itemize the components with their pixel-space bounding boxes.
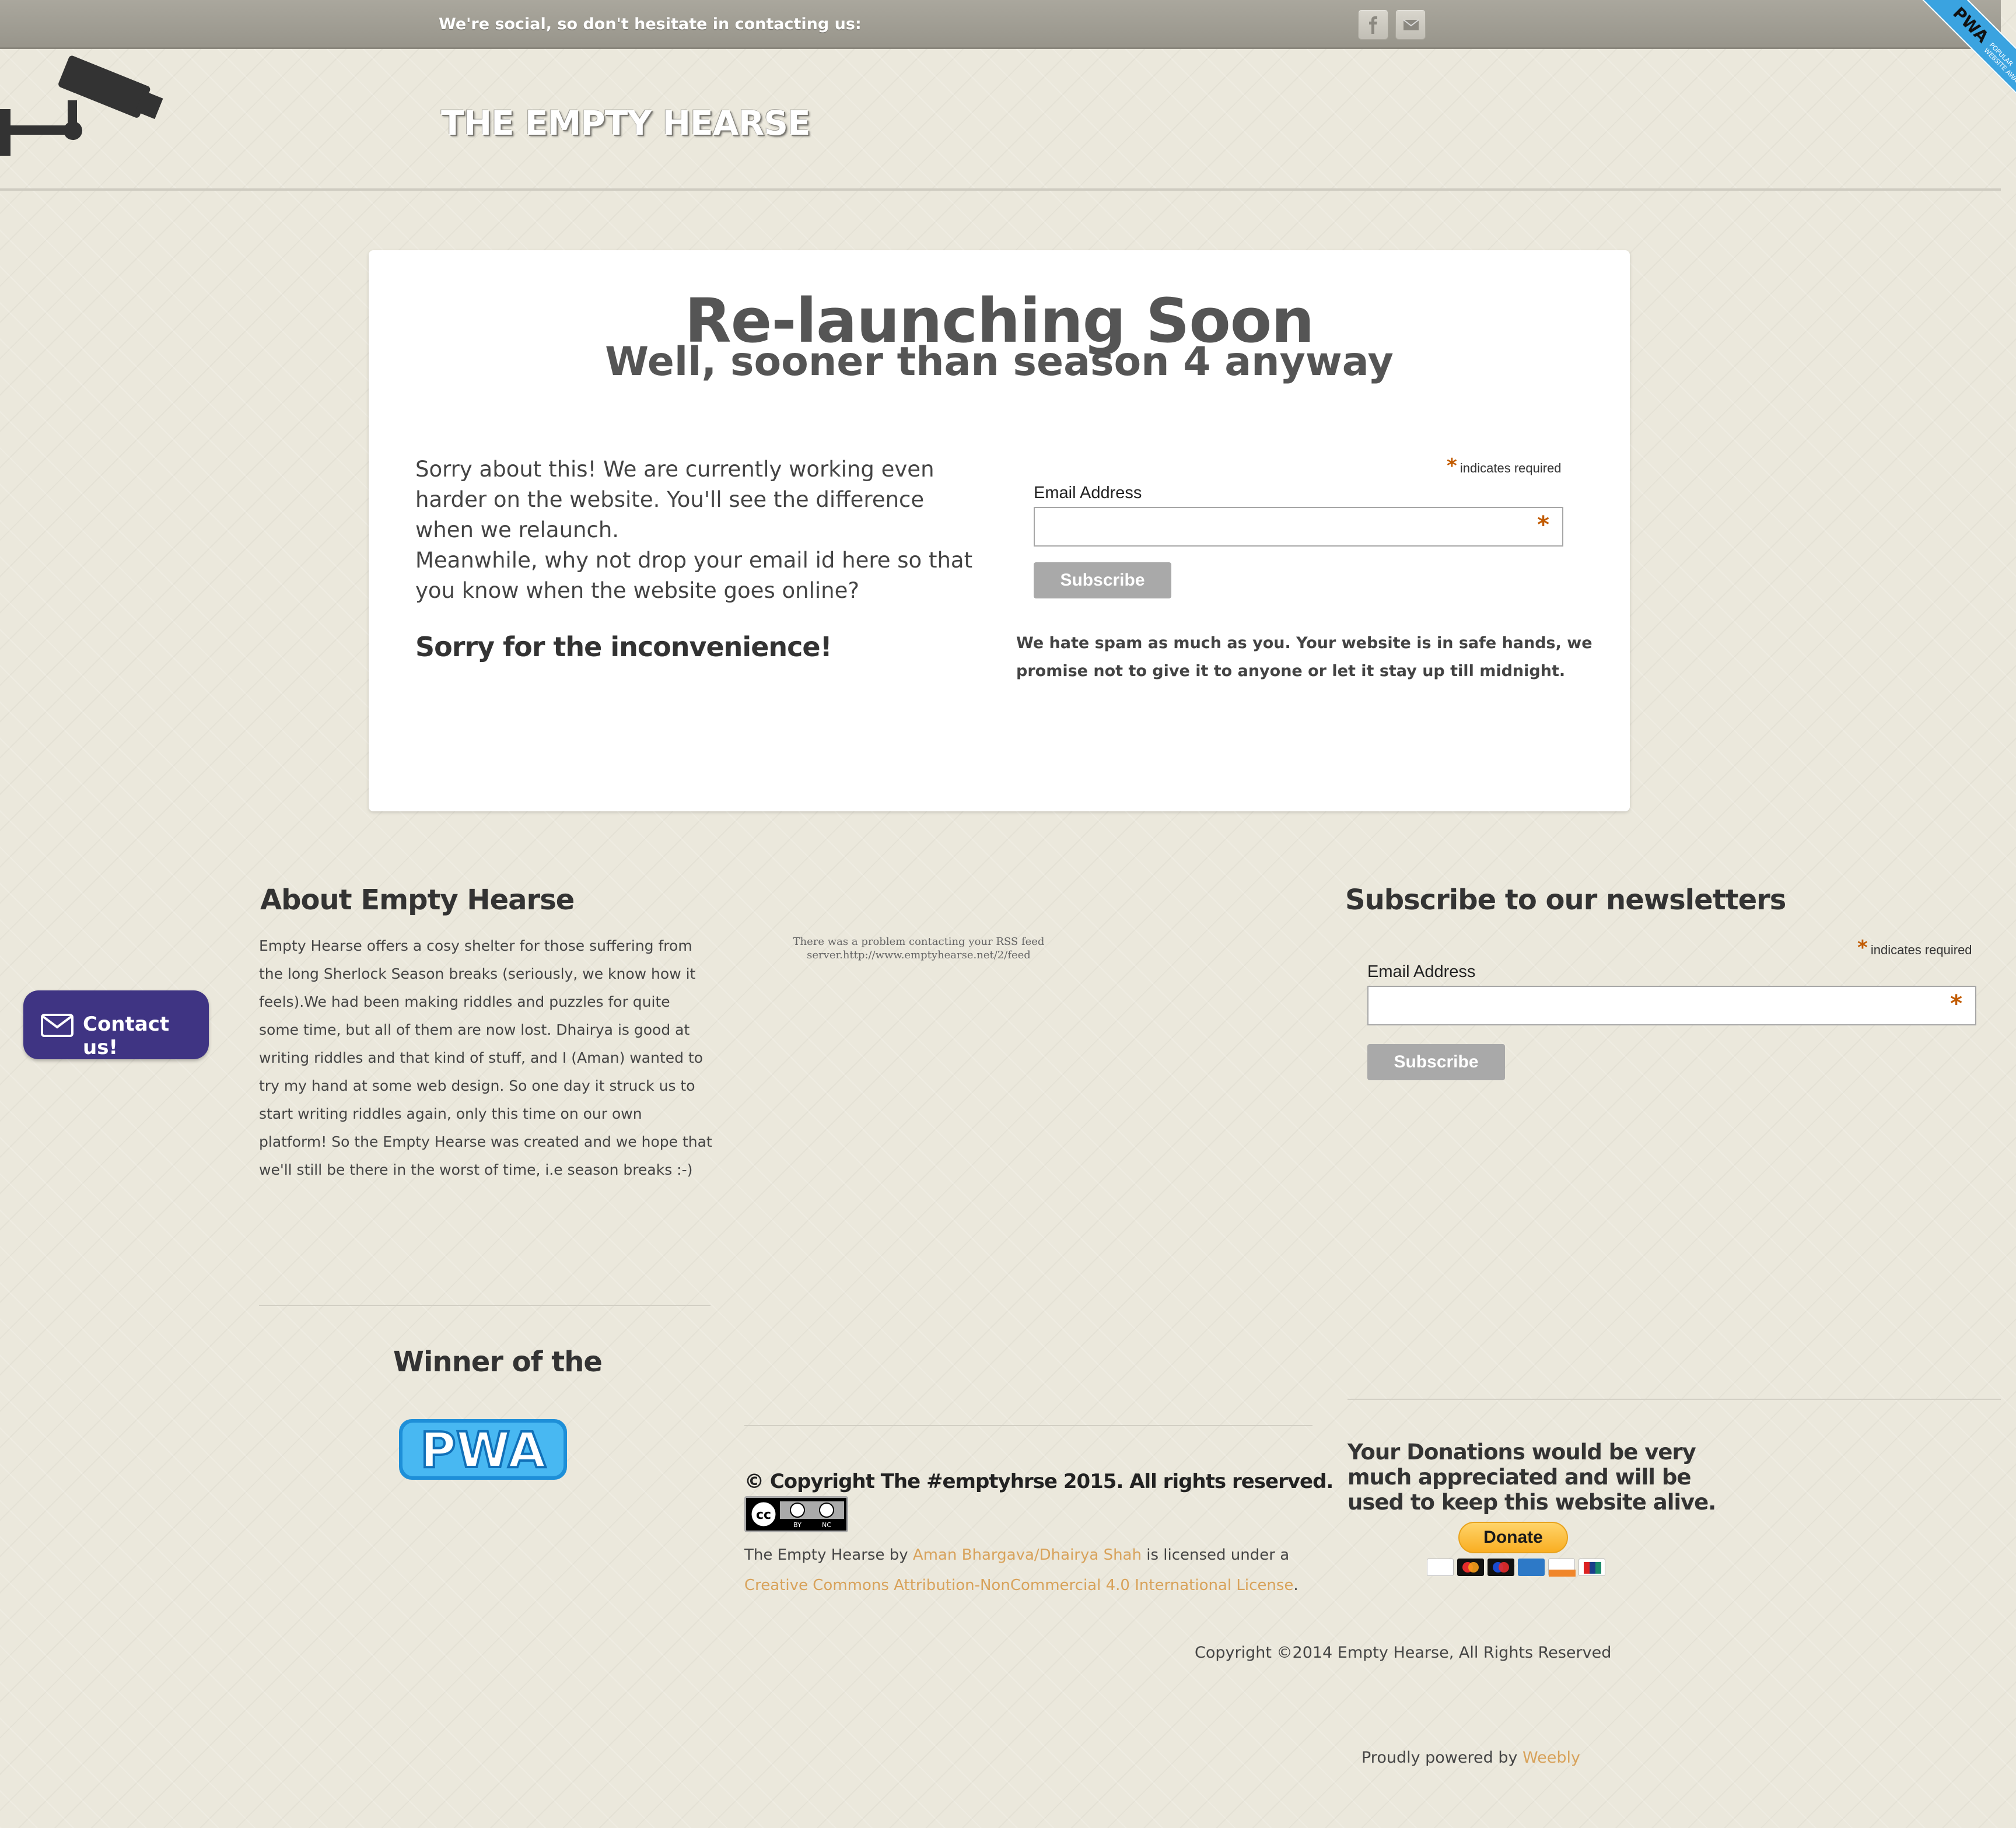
site-title[interactable]: THE EMPTY HEARSE	[441, 103, 811, 143]
powered-by: Proudly powered by Weebly	[1362, 1749, 1581, 1767]
ribbon-title: PWA	[1949, 3, 1993, 47]
security-camera-icon	[0, 55, 163, 156]
relaunch-paragraph-1: Sorry about this! We are currently worki…	[415, 457, 935, 542]
svg-text:cc: cc	[756, 1508, 771, 1522]
divider	[1348, 1399, 2001, 1400]
relaunch-message: Sorry about this! We are currently worki…	[415, 454, 975, 606]
maestro-icon	[1488, 1559, 1514, 1576]
newsletter-required-indicator: * indicates required	[1857, 936, 1972, 959]
relaunch-card: Re-launching Soon Well, sooner than seas…	[369, 250, 1630, 811]
svg-text:NC: NC	[822, 1521, 831, 1529]
license-text: The Empty Hearse by Aman Bhargava/Dhairy…	[744, 1546, 1298, 1594]
donation-text: Your Donations would be very much apprec…	[1348, 1440, 1716, 1515]
svg-text:BY: BY	[793, 1521, 802, 1529]
discover-icon	[1548, 1559, 1576, 1577]
spam-note: We hate spam as much as you. Your websit…	[1016, 634, 1592, 680]
divider	[744, 1425, 1312, 1426]
winner-heading: Winner of the	[393, 1346, 603, 1378]
newsletter-subscribe-button[interactable]: Subscribe	[1367, 1044, 1505, 1080]
newsletter-heading: Subscribe to our newsletters	[1345, 884, 1786, 916]
divider	[259, 1305, 710, 1306]
subscribe-button[interactable]: Subscribe	[1034, 562, 1171, 598]
facebook-icon[interactable]	[1358, 9, 1388, 40]
email-field[interactable]: *	[1034, 507, 1563, 547]
mail-icon[interactable]	[1395, 9, 1426, 40]
author-link[interactable]: Aman Bhargava/Dhairya Shah	[913, 1546, 1142, 1564]
weebly-link[interactable]: Weebly	[1522, 1749, 1580, 1767]
about-text: Empty Hearse offers a cosy shelter for t…	[259, 937, 712, 1178]
apology-text: Sorry for the inconvenience!	[415, 631, 832, 663]
visa-icon	[1427, 1559, 1454, 1576]
copyright-statement: © Copyright The #emptyhrse 2015. All rig…	[744, 1470, 1334, 1493]
email-label: Email Address	[1034, 484, 1142, 502]
envelope-icon	[41, 1014, 74, 1037]
contact-us-label: Contact us!	[83, 1013, 170, 1059]
license-link[interactable]: Creative Commons Attribution-NonCommerci…	[744, 1577, 1293, 1594]
mastercard-icon	[1457, 1559, 1484, 1576]
amex-icon	[1518, 1559, 1545, 1576]
creative-commons-badge[interactable]: cc BY NC	[744, 1496, 848, 1532]
donate-button[interactable]: Donate	[1458, 1522, 1568, 1553]
rss-error-text: There was a problem contacting your RSS …	[793, 936, 1045, 961]
contact-us-button[interactable]: Contact us!	[23, 990, 209, 1059]
social-bar: We're social, so don't hesitate in conta…	[0, 0, 2001, 49]
social-text: We're social, so don't hesitate in conta…	[439, 15, 862, 33]
footer-copyright: Copyright ©2014 Empty Hearse, All Rights…	[1195, 1644, 1612, 1662]
relaunch-paragraph-2: Meanwhile, why not drop your email id he…	[415, 548, 973, 603]
about-heading: About Empty Hearse	[260, 884, 575, 916]
newsletter-email-label: Email Address	[1367, 962, 1476, 981]
newsletter-email-field[interactable]: *	[1367, 986, 1976, 1025]
site-header: THE EMPTY HEARSE	[0, 51, 2001, 191]
page-subtitle: Well, sooner than season 4 anyway	[605, 339, 1394, 385]
svg-text:PWA: PWA	[420, 1421, 545, 1479]
required-indicator: * indicates required	[1447, 454, 1562, 478]
unionpay-icon	[1578, 1559, 1605, 1576]
pwa-award-logo[interactable]: PWA	[397, 1414, 569, 1483]
